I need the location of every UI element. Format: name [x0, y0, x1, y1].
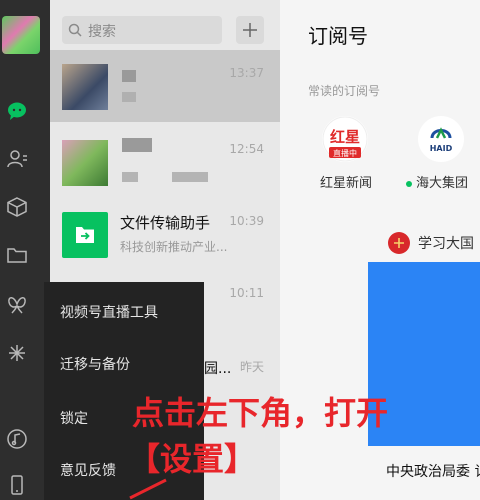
- chat-avatar: [62, 140, 108, 186]
- phone-icon[interactable]: [6, 474, 28, 496]
- search-icon: [68, 23, 82, 37]
- chat-time: 12:54: [229, 142, 264, 156]
- xuexi-logo: [388, 232, 410, 254]
- chat-title: 文件传输助手: [120, 214, 211, 232]
- chat-avatar: [62, 64, 108, 110]
- svg-text:红星: 红星: [330, 128, 360, 146]
- chat-title-fragment: 园...: [204, 361, 232, 377]
- hongxing-logo[interactable]: 红星 直播中: [322, 116, 368, 162]
- haid-logo[interactable]: HAID: [418, 116, 464, 162]
- sidebar: [0, 0, 50, 500]
- hongxing-logo-mark: 红星 直播中: [322, 116, 368, 162]
- chat-list-item[interactable]: 文件传输助手 科技创新推动产业... 10:39: [50, 198, 280, 270]
- pixelated-name: [122, 70, 136, 82]
- chat-preview: 科技创新推动产业...: [120, 240, 228, 254]
- avatar[interactable]: [2, 16, 40, 54]
- pixelated-name: [122, 138, 152, 152]
- folder-icon[interactable]: [6, 244, 28, 266]
- page-title: 订阅号: [308, 24, 368, 48]
- account-name-with-dot[interactable]: 海大集团: [406, 172, 468, 191]
- chat-time: 10:39: [229, 214, 264, 228]
- menu-item-feedback[interactable]: 意见反馈: [60, 460, 116, 480]
- unread-dot: [406, 180, 412, 187]
- menu-item-lock[interactable]: 锁定: [60, 408, 88, 428]
- annotation-arrow-icon: [129, 478, 167, 500]
- search-placeholder: 搜索: [88, 24, 116, 40]
- file-transfer-avatar: [62, 212, 108, 258]
- svg-text:HAID: HAID: [430, 144, 453, 153]
- search-input[interactable]: 搜索: [62, 16, 222, 44]
- butterfly-icon[interactable]: [6, 294, 28, 316]
- chat-time: 昨天: [239, 360, 264, 374]
- chat-time: 13:37: [229, 66, 264, 80]
- sparkle-icon[interactable]: [6, 342, 28, 364]
- haid-logo-mark: HAID: [419, 117, 463, 161]
- chat-time: 10:11: [229, 286, 264, 300]
- plus-icon: [243, 23, 257, 37]
- chat-list-item[interactable]: 13:37: [50, 50, 280, 122]
- feed-account-name: 学习大国: [418, 236, 474, 252]
- folder-arrow-icon: [76, 227, 94, 243]
- chat-icon[interactable]: [6, 100, 28, 122]
- annotation-text-line1: 点击左下角，打开: [132, 394, 389, 432]
- account-name: 海大集团: [416, 176, 469, 191]
- contacts-icon[interactable]: [6, 148, 28, 170]
- chat-list-item[interactable]: 12:54: [50, 126, 280, 198]
- feed-caption[interactable]: 中央政治局委 记述职: [386, 460, 480, 484]
- box-icon[interactable]: [6, 196, 28, 218]
- account-name[interactable]: 红星新闻: [320, 172, 372, 191]
- pixelated-preview: [122, 92, 136, 102]
- svg-text:直播中: 直播中: [333, 148, 357, 158]
- menu-item-live-tool[interactable]: 视频号直播工具: [60, 302, 158, 322]
- menu-item-backup[interactable]: 迁移与备份: [60, 354, 130, 374]
- pixelated-preview: [172, 172, 208, 182]
- add-button[interactable]: [236, 16, 264, 44]
- music-icon[interactable]: [6, 428, 28, 450]
- section-label: 常读的订阅号: [308, 84, 381, 98]
- pixelated-preview: [122, 172, 138, 182]
